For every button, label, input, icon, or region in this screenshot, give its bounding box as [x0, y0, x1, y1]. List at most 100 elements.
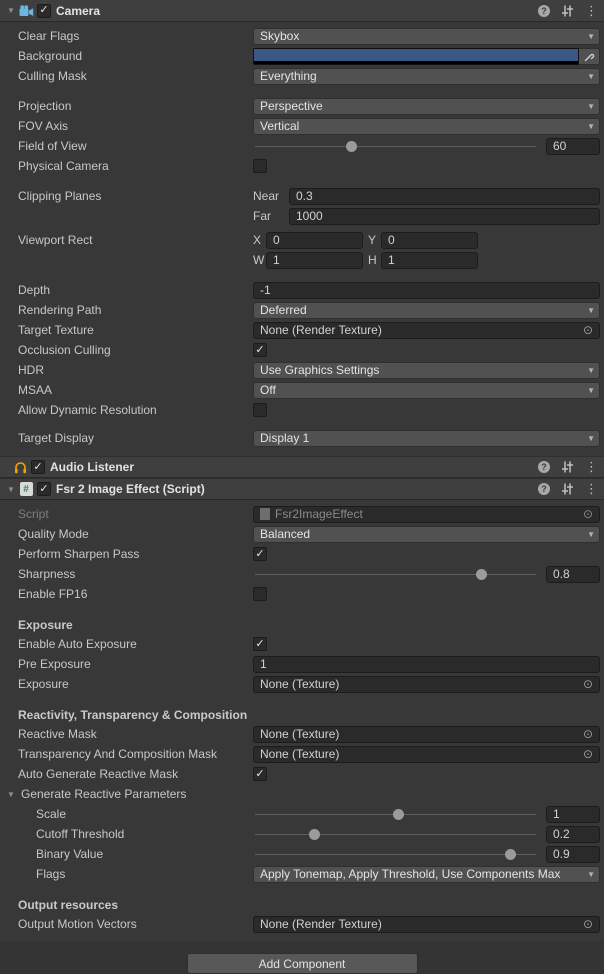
viewport-x-input[interactable]: 0 — [266, 232, 363, 249]
help-icon[interactable]: ? — [538, 483, 550, 495]
occlusion-culling-checkbox[interactable]: ✓ — [253, 343, 267, 357]
camera-component-header[interactable]: ▼ ✓ Camera ? ⋮ — [0, 0, 604, 22]
pre-exposure-input[interactable]: 1 — [253, 656, 600, 673]
flags-value: Apply Tonemap, Apply Threshold, Use Comp… — [260, 867, 560, 881]
viewport-rect-wh-row: W 1 H 1 — [0, 250, 604, 270]
transparency-mask-field[interactable]: None (Texture) ⊙ — [253, 746, 600, 763]
background-row: Background — [0, 46, 604, 66]
presets-icon[interactable] — [561, 461, 574, 473]
hdr-dropdown[interactable]: Use Graphics Settings ▼ — [253, 362, 600, 379]
help-icon[interactable]: ? — [538, 5, 550, 17]
auto-generate-reactive-mask-checkbox[interactable]: ✓ — [253, 767, 267, 781]
reactive-mask-label: Reactive Mask — [0, 727, 253, 741]
cutoff-threshold-slider[interactable] — [253, 826, 538, 843]
flags-dropdown[interactable]: Apply Tonemap, Apply Threshold, Use Comp… — [253, 866, 600, 883]
field-of-view-slider[interactable] — [253, 138, 538, 155]
slider-handle[interactable] — [393, 809, 404, 820]
target-texture-field[interactable]: None (Render Texture) ⊙ — [253, 322, 600, 339]
viewport-h-input[interactable]: 1 — [381, 252, 478, 269]
sharpness-slider[interactable] — [253, 566, 538, 583]
physical-camera-label: Physical Camera — [0, 159, 253, 173]
slider-handle[interactable] — [505, 849, 516, 860]
exposure-field[interactable]: None (Texture) ⊙ — [253, 676, 600, 693]
help-icon[interactable]: ? — [538, 461, 550, 473]
object-picker-icon[interactable]: ⊙ — [583, 748, 593, 760]
binary-value-slider[interactable] — [253, 846, 538, 863]
auto-generate-reactive-mask-label: Auto Generate Reactive Mask — [0, 767, 253, 781]
quality-mode-dropdown[interactable]: Balanced ▼ — [253, 526, 600, 543]
scale-input[interactable]: 1 — [546, 806, 600, 823]
scale-slider[interactable] — [253, 806, 538, 823]
physical-camera-checkbox[interactable] — [253, 159, 267, 173]
rendering-path-dropdown[interactable]: Deferred ▼ — [253, 302, 600, 319]
camera-title: Camera — [56, 4, 100, 18]
rendering-path-value: Deferred — [260, 303, 307, 317]
fsr2-component-header[interactable]: ▼ # ✓ Fsr 2 Image Effect (Script) ? ⋮ — [0, 478, 604, 500]
perform-sharpen-pass-checkbox[interactable]: ✓ — [253, 547, 267, 561]
slider-handle[interactable] — [476, 569, 487, 580]
audio-listener-enabled-checkbox[interactable]: ✓ — [31, 460, 45, 474]
output-motion-vectors-field[interactable]: None (Render Texture) ⊙ — [253, 916, 600, 933]
allow-dynamic-resolution-checkbox[interactable] — [253, 403, 267, 417]
target-display-value: Display 1 — [260, 431, 309, 445]
enable-auto-exposure-row: Enable Auto Exposure ✓ — [0, 634, 604, 654]
depth-label: Depth — [0, 283, 253, 297]
cutoff-threshold-input[interactable]: 0.2 — [546, 826, 600, 843]
viewport-y-input[interactable]: 0 — [381, 232, 478, 249]
generate-reactive-parameters-row[interactable]: ▼ Generate Reactive Parameters — [0, 784, 604, 804]
object-picker-icon[interactable]: ⊙ — [583, 728, 593, 740]
check-icon: ✓ — [255, 345, 264, 356]
add-component-button[interactable]: Add Component — [187, 953, 418, 974]
kebab-menu-icon[interactable]: ⋮ — [585, 461, 598, 473]
enable-fp16-checkbox[interactable] — [253, 587, 267, 601]
viewport-w-input[interactable]: 1 — [266, 252, 363, 269]
headphones-icon — [12, 460, 28, 474]
foldout-arrow-icon[interactable]: ▼ — [6, 790, 16, 799]
viewport-rect-xy-row: Viewport Rect X 0 Y 0 — [0, 230, 604, 250]
unity-inspector-panel: ▼ ✓ Camera ? ⋮ Clear Flags Skybox ▼ — [0, 0, 604, 968]
target-texture-label: Target Texture — [0, 323, 253, 337]
script-field[interactable]: Fsr2ImageEffect ⊙ — [253, 506, 600, 523]
msaa-row: MSAA Off ▼ — [0, 380, 604, 400]
slider-handle[interactable] — [346, 141, 357, 152]
fsr2-enabled-checkbox[interactable]: ✓ — [37, 482, 51, 496]
object-picker-icon[interactable]: ⊙ — [583, 324, 593, 336]
presets-icon[interactable] — [561, 5, 574, 17]
object-picker-icon[interactable]: ⊙ — [583, 678, 593, 690]
far-input[interactable]: 1000 — [289, 208, 600, 225]
field-of-view-input[interactable]: 60 — [546, 138, 600, 155]
object-picker-icon[interactable]: ⊙ — [583, 508, 593, 520]
culling-mask-dropdown[interactable]: Everything ▼ — [253, 68, 600, 85]
enable-auto-exposure-checkbox[interactable]: ✓ — [253, 637, 267, 651]
foldout-arrow-icon[interactable]: ▼ — [4, 6, 18, 15]
sharpness-input[interactable]: 0.8 — [546, 566, 600, 583]
msaa-dropdown[interactable]: Off ▼ — [253, 382, 600, 399]
binary-value-row: Binary Value 0.9 — [0, 844, 604, 864]
rendering-path-label: Rendering Path — [0, 303, 253, 317]
auto-generate-reactive-mask-row: Auto Generate Reactive Mask ✓ — [0, 764, 604, 784]
output-section-header: Output resources — [0, 896, 604, 914]
target-display-dropdown[interactable]: Display 1 ▼ — [253, 430, 600, 447]
background-alpha-bar — [254, 61, 578, 64]
camera-enabled-checkbox[interactable]: ✓ — [37, 4, 51, 18]
binary-value-input[interactable]: 0.9 — [546, 846, 600, 863]
projection-dropdown[interactable]: Perspective ▼ — [253, 98, 600, 115]
background-color-swatch[interactable] — [253, 48, 579, 65]
object-picker-icon[interactable]: ⊙ — [583, 918, 593, 930]
kebab-menu-icon[interactable]: ⋮ — [585, 5, 598, 17]
depth-input[interactable]: -1 — [253, 282, 600, 299]
quality-mode-value: Balanced — [260, 527, 310, 541]
slider-handle[interactable] — [309, 829, 320, 840]
near-input[interactable]: 0.3 — [289, 188, 600, 205]
fov-axis-dropdown[interactable]: Vertical ▼ — [253, 118, 600, 135]
eyedropper-icon[interactable] — [579, 48, 600, 65]
foldout-arrow-icon[interactable]: ▼ — [4, 485, 18, 494]
presets-icon[interactable] — [561, 483, 574, 495]
kebab-menu-icon[interactable]: ⋮ — [585, 483, 598, 495]
clipping-planes-far-row: Far 1000 — [0, 206, 604, 226]
physical-camera-row: Physical Camera — [0, 156, 604, 176]
reactive-mask-field[interactable]: None (Texture) ⊙ — [253, 726, 600, 743]
target-display-label: Target Display — [0, 431, 253, 445]
audio-listener-component-header[interactable]: ✓ Audio Listener ? ⋮ — [0, 456, 604, 478]
clear-flags-dropdown[interactable]: Skybox ▼ — [253, 28, 600, 45]
